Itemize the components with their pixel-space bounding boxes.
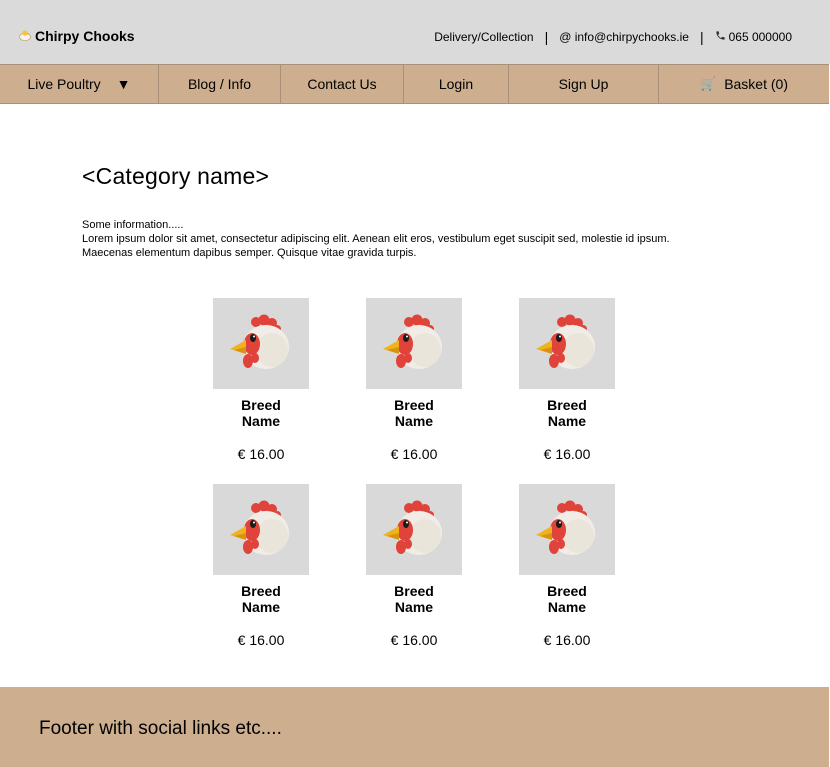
nav-label: Login bbox=[438, 76, 474, 92]
nav-live-poultry[interactable]: Live Poultry ▼ bbox=[0, 65, 159, 103]
product-price: € 16.00 bbox=[390, 446, 438, 462]
footer: Footer with social links etc.... bbox=[0, 687, 829, 767]
nav-contact-us[interactable]: Contact Us bbox=[281, 65, 404, 103]
brand[interactable]: Chirpy Chooks bbox=[19, 28, 135, 44]
phone-number[interactable]: 065 000000 bbox=[729, 30, 792, 44]
product-name-line: Breed bbox=[241, 583, 281, 599]
product-name[interactable]: Breed Name bbox=[213, 397, 309, 429]
product-image[interactable] bbox=[366, 298, 462, 389]
product-card[interactable]: Breed Name € 16.00 bbox=[519, 484, 615, 670]
product-price: € 16.00 bbox=[237, 446, 285, 462]
chicken-icon bbox=[383, 314, 442, 369]
chicken-icon bbox=[230, 500, 289, 555]
product-image[interactable] bbox=[519, 484, 615, 575]
product-card[interactable]: Breed Name € 16.00 bbox=[213, 298, 309, 484]
product-price: € 16.00 bbox=[543, 446, 591, 462]
contact-info: Delivery/Collection | @ info@chirpychook… bbox=[434, 29, 792, 45]
product-name-line: Name bbox=[547, 599, 587, 615]
product-name-line: Name bbox=[394, 413, 434, 429]
brand-name: Chirpy Chooks bbox=[35, 28, 135, 44]
phone-icon bbox=[715, 30, 726, 44]
email-link[interactable]: @ info@chirpychooks.ie bbox=[559, 30, 689, 44]
nav-label: Live Poultry bbox=[27, 76, 101, 92]
chicken-icon bbox=[536, 500, 595, 555]
product-card[interactable]: Breed Name € 16.00 bbox=[519, 298, 615, 484]
info-line: Some information..... bbox=[82, 219, 184, 231]
product-name-line: Breed bbox=[547, 397, 587, 413]
chick-logo-icon bbox=[19, 30, 31, 41]
product-name[interactable]: Breed Name bbox=[366, 583, 462, 615]
caret-down-icon: ▼ bbox=[116, 76, 131, 92]
nav-label: Sign Up bbox=[558, 76, 609, 92]
product-name[interactable]: Breed Name bbox=[519, 583, 615, 615]
nav-label: Contact Us bbox=[307, 76, 377, 92]
nav-login[interactable]: Login bbox=[404, 65, 509, 103]
product-image[interactable] bbox=[366, 484, 462, 575]
nav-basket[interactable]: 🛒 Basket (0) bbox=[659, 65, 829, 103]
nav-blog-info[interactable]: Blog / Info bbox=[159, 65, 281, 103]
product-name-line: Breed bbox=[394, 583, 434, 599]
product-name[interactable]: Breed Name bbox=[366, 397, 462, 429]
divider: | bbox=[544, 29, 549, 45]
product-card[interactable]: Breed Name € 16.00 bbox=[366, 484, 462, 670]
delivery-link[interactable]: Delivery/Collection bbox=[434, 30, 533, 44]
product-image[interactable] bbox=[519, 298, 615, 389]
product-name-line: Name bbox=[241, 599, 281, 615]
product-name-line: Breed bbox=[241, 397, 281, 413]
product-name-line: Name bbox=[394, 599, 434, 615]
info-line: Maecenas elementum dapibus semper. Quisq… bbox=[82, 247, 417, 259]
product-name[interactable]: Breed Name bbox=[519, 397, 615, 429]
product-name-line: Name bbox=[241, 413, 281, 429]
chicken-icon bbox=[230, 314, 289, 369]
chicken-icon bbox=[383, 500, 442, 555]
product-image[interactable] bbox=[213, 298, 309, 389]
main-nav: Live Poultry ▼ Blog / Info Contact Us Lo… bbox=[0, 64, 829, 104]
nav-label: Basket (0) bbox=[724, 76, 788, 92]
product-name-line: Breed bbox=[547, 583, 587, 599]
product-name-line: Breed bbox=[394, 397, 434, 413]
divider: | bbox=[699, 29, 704, 45]
product-price: € 16.00 bbox=[543, 632, 591, 648]
page-title: <Category name> bbox=[82, 163, 270, 189]
top-bar: Chirpy Chooks Delivery/Collection | @ in… bbox=[0, 0, 830, 64]
product-grid: Breed Name € 16.00 Breed Name € 16.00 Bree… bbox=[213, 298, 616, 670]
product-card[interactable]: Breed Name € 16.00 bbox=[213, 484, 309, 670]
product-price: € 16.00 bbox=[237, 632, 285, 648]
nav-sign-up[interactable]: Sign Up bbox=[509, 65, 659, 103]
basket-icon: 🛒 bbox=[700, 76, 717, 91]
product-name[interactable]: Breed Name bbox=[213, 583, 309, 615]
category-info: Some information..... Lorem ipsum dolor … bbox=[82, 218, 782, 260]
info-line: Lorem ipsum dolor sit amet, consectetur … bbox=[82, 233, 670, 245]
chicken-icon bbox=[536, 314, 595, 369]
footer-text: Footer with social links etc.... bbox=[39, 718, 282, 739]
product-name-line: Name bbox=[547, 413, 587, 429]
product-image[interactable] bbox=[213, 484, 309, 575]
nav-label: Blog / Info bbox=[187, 76, 252, 92]
product-price: € 16.00 bbox=[390, 632, 438, 648]
product-card[interactable]: Breed Name € 16.00 bbox=[366, 298, 462, 484]
